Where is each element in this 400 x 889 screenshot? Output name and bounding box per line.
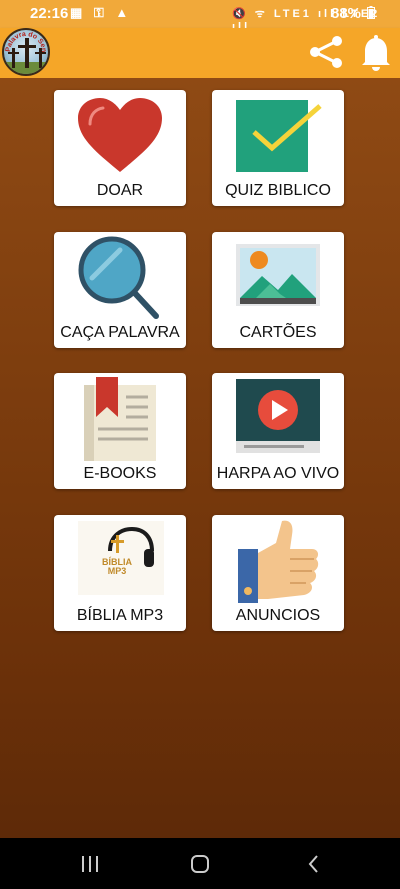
menu-card-label: CARTÕES — [239, 324, 317, 341]
menu-card-label: DOAR — [96, 182, 144, 199]
video-icon — [236, 379, 320, 453]
book-icon — [84, 377, 156, 461]
menu-card-cartoes[interactable]: CARTÕES — [212, 232, 344, 348]
share-icon — [310, 36, 342, 68]
share-button[interactable] — [306, 32, 346, 72]
recent-apps-button[interactable] — [75, 850, 105, 878]
home-icon — [191, 855, 209, 873]
bell-icon — [362, 35, 390, 71]
checkmark-icon — [236, 100, 322, 172]
heart-icon — [78, 98, 162, 172]
home-button[interactable] — [185, 850, 215, 878]
menu-card-caca-palavra[interactable]: CAÇA PALAVRA — [54, 232, 186, 348]
navigation-bar — [0, 838, 400, 889]
menu-card-harpa-ao-vivo[interactable]: HARPA AO VIVO — [212, 373, 344, 489]
notification-icons: ▦ ⚿ ▲ — [70, 5, 133, 20]
menu-card-e-books[interactable]: E-BOOKS — [54, 373, 186, 489]
thumbs-up-icon — [238, 520, 319, 603]
battery-icon — [367, 6, 376, 19]
recent-apps-icon — [82, 856, 98, 872]
app-logo[interactable]: Palavra do Senhor — [2, 28, 50, 76]
menu-card-doar[interactable]: DOAR — [54, 90, 186, 206]
menu-card-label: BÍBLIA MP3 — [76, 607, 164, 624]
menu-card-label: HARPA AO VIVO — [216, 465, 340, 482]
menu-card-label: ANUNCIOS — [235, 607, 321, 624]
app-bar: Palavra do Senhor — [0, 28, 400, 78]
status-time: 22:16 — [30, 5, 69, 22]
back-icon — [308, 855, 318, 873]
back-button[interactable] — [299, 850, 329, 878]
biblia-mp3-icon-text: BÍBLIA MP3 — [102, 557, 132, 576]
menu-card-biblia-mp3[interactable]: BÍBLIA MP3 BÍBLIA MP3 — [54, 515, 186, 631]
notifications-button[interactable] — [356, 32, 396, 72]
landscape-icon — [236, 244, 320, 306]
svg-text:Palavra do Senhor: Palavra do Senhor — [4, 30, 47, 53]
menu-card-anuncios[interactable]: ANUNCIOS — [212, 515, 344, 631]
battery-level: 88% — [331, 5, 376, 22]
main-grid: DOAR QUIZ BIBLICO CAÇA PALAVRA CARTÕES E… — [0, 78, 400, 838]
menu-card-label: QUIZ BIBLICO — [225, 182, 331, 199]
menu-card-quiz-biblico[interactable]: QUIZ BIBLICO — [212, 90, 344, 206]
menu-card-label: E-BOOKS — [83, 465, 157, 482]
menu-card-label: CAÇA PALAVRA — [60, 324, 180, 341]
status-bar: 22:16 ▦ ⚿ ▲ 🔇 ᯤ LTE1 ıll LTE2 ıll 88% — [0, 0, 400, 33]
magnifier-icon — [78, 236, 159, 319]
